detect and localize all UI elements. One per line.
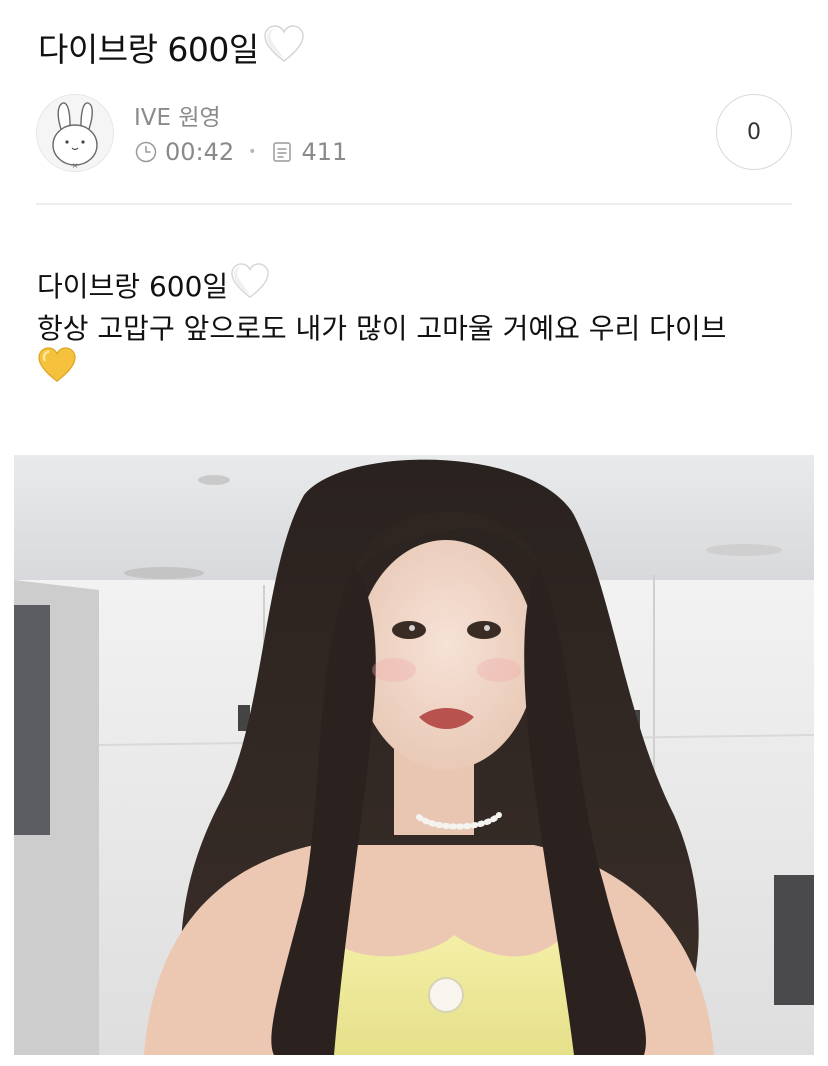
divider [36,203,792,205]
author-row: × IVE 원영 00:42 • 411 0 [36,94,792,174]
svg-text:×: × [72,161,79,170]
document-icon [270,140,294,164]
body-line-3 [37,347,797,392]
yellow-heart-icon [37,346,77,396]
view-count: 411 [301,138,348,166]
body-line-2-text: 항상 고맙구 앞으로도 내가 많이 고마울 거예요 우리 다이브 [37,312,727,345]
author-name[interactable]: IVE 원영 [134,98,221,132]
bunny-avatar-icon: × [37,95,113,171]
post-meta: 00:42 • 411 [134,138,347,166]
post-time: 00:42 [165,138,235,166]
post-title: 다이브랑 600일 [38,24,305,75]
body-line-1: 다이브랑 600일 [37,263,797,308]
meta-separator: • [248,144,257,160]
clock-icon [134,140,158,164]
body-line-1-text: 다이브랑 600일 [37,270,229,303]
comment-count: 0 [747,119,761,145]
comment-count-button[interactable]: 0 [716,94,792,170]
selfie-photo [14,455,814,1055]
post-title-text: 다이브랑 600일 [38,29,259,69]
white-heart-icon [230,262,270,312]
post-body: 다이브랑 600일 항상 고맙구 앞으로도 내가 많이 고마울 거예요 우리 다… [37,263,797,392]
body-line-2: 항상 고맙구 앞으로도 내가 많이 고마울 거예요 우리 다이브 [37,308,797,350]
post-photo[interactable] [14,455,814,1055]
avatar[interactable]: × [36,94,114,172]
white-heart-icon [263,24,305,75]
